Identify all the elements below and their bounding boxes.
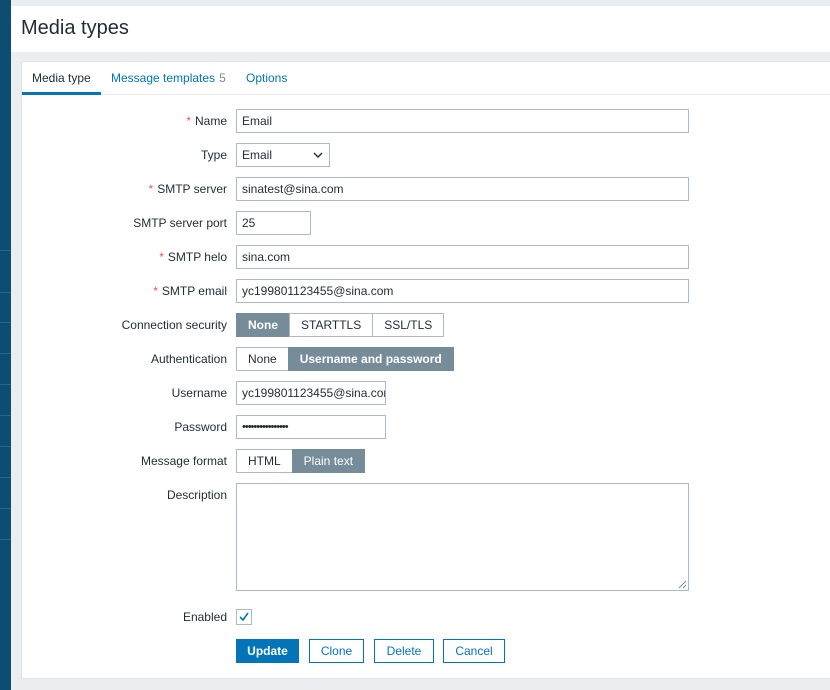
update-button[interactable]: Update [236,639,299,663]
cancel-button[interactable]: Cancel [443,639,505,663]
media-type-form-panel: Media type Message templates 5 Options * N… [21,61,830,679]
type-label: Type [200,148,227,162]
username-input[interactable]: yc199801123455@sina.com [236,381,386,405]
password-label: Password [174,420,227,434]
description-textarea[interactable] [236,483,689,591]
required-marker: * [186,114,191,128]
tab-bar: Media type Message templates 5 Options [22,62,830,95]
smtp-server-input[interactable]: sinatest@sina.com [236,177,689,201]
tab-label: Message templates [111,71,216,85]
username-label: Username [171,386,227,400]
name-input[interactable]: Email [236,109,689,133]
smtp-port-input[interactable]: 25 [236,211,311,235]
checkmark-icon [239,612,249,622]
authentication-none[interactable]: None [236,347,289,371]
connection-security-label: Connection security [121,318,227,332]
connection-security-ssl-tls[interactable]: SSL/TLS [372,313,445,337]
password-input[interactable]: •••••••••••••••• [236,415,386,439]
tab-media-type[interactable]: Media type [22,62,101,95]
smtp-helo-label: * SMTP helo [159,250,227,264]
chevron-down-icon [313,152,323,158]
enabled-checkbox[interactable] [236,609,252,625]
delete-button[interactable]: Delete [374,639,434,663]
message-format-toggle: HTML Plain text [236,449,366,473]
authentication-label: Authentication [150,352,227,366]
resize-grip-icon[interactable] [678,580,687,589]
tab-label: Media type [32,71,91,85]
smtp-helo-input[interactable]: sina.com [236,245,689,269]
smtp-email-input[interactable]: yc199801123455@sina.com [236,279,689,303]
page-title: Media types [21,17,129,39]
tab-label: Options [246,71,288,85]
message-format-plain-text[interactable]: Plain text [291,449,366,473]
tab-count: 5 [219,71,226,85]
enabled-label: Enabled [182,610,227,624]
authentication-username-password[interactable]: Username and password [287,347,454,371]
tab-message-templates[interactable]: Message templates 5 [101,62,236,95]
name-label: * Name [186,114,227,128]
required-marker: * [148,182,154,196]
tab-options[interactable]: Options [236,62,297,95]
description-label: Description [166,488,227,502]
message-format-label: Message format [140,454,227,468]
message-format-html[interactable]: HTML [236,449,293,473]
authentication-toggle: None Username and password [236,347,454,371]
connection-security-starttls[interactable]: STARTTLS [289,313,374,337]
clone-button[interactable]: Clone [309,639,364,663]
required-marker: * [153,284,158,298]
page-header: Media types [11,6,830,52]
connection-security-toggle: None STARTTLS SSL/TLS [236,313,445,337]
connection-security-none[interactable]: None [236,313,290,337]
smtp-server-label: * SMTP server [148,182,227,196]
type-select-value: Email [242,148,273,162]
sidebar-collapsed [0,0,11,690]
smtp-port-label: SMTP server port [133,216,227,230]
smtp-email-label: * SMTP email [153,284,227,298]
type-select[interactable]: Email [236,143,330,167]
required-marker: * [159,250,164,264]
